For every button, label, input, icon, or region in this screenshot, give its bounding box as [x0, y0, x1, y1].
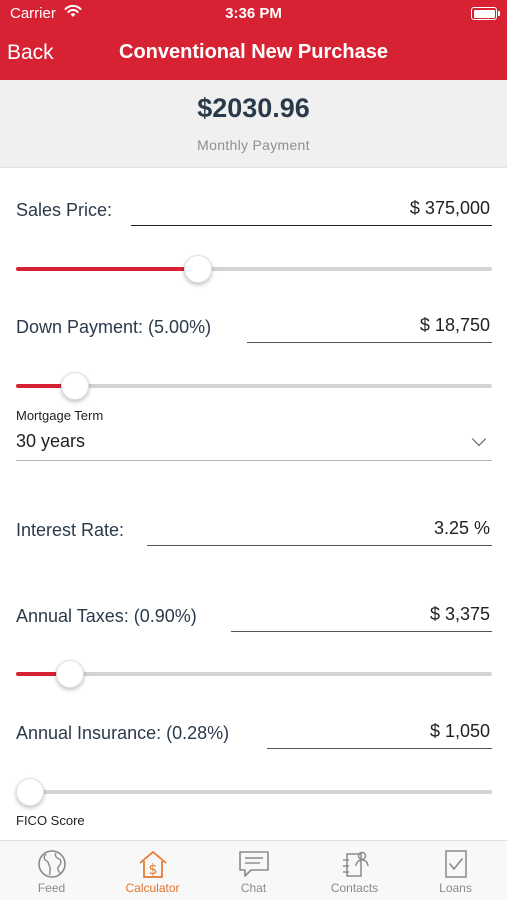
fico-score-label: FICO Score — [16, 813, 85, 828]
interest-rate-input[interactable]: 3.25 % — [147, 516, 492, 546]
monthly-payment-amount: $2030.96 — [197, 93, 310, 123]
battery-icon — [471, 7, 500, 20]
slider-thumb[interactable] — [60, 372, 89, 400]
sales-price-slider[interactable] — [16, 254, 492, 284]
mortgage-term-value: 30 years — [16, 431, 86, 451]
monthly-payment-panel: $2030.96 Monthly Payment — [0, 80, 507, 168]
status-bar: Carrier 3:36 PM — [0, 0, 507, 28]
mortgage-term-select[interactable]: 30 years — [16, 428, 492, 461]
slider-thumb[interactable] — [184, 255, 212, 283]
annual-insurance-slider[interactable] — [16, 777, 492, 807]
tab-calculator-label: Calculator — [125, 881, 180, 895]
slider-track — [16, 672, 492, 676]
tab-chat-label: Chat — [240, 881, 267, 895]
tab-bar: Feed $ Calculator Chat Contacts Loans — [0, 840, 507, 900]
tab-loans[interactable]: Loans — [405, 841, 506, 900]
interest-rate-label: Interest Rate: — [16, 520, 125, 540]
chat-icon — [238, 851, 269, 877]
annual-taxes-slider[interactable] — [16, 659, 492, 689]
down-payment-slider[interactable] — [16, 371, 492, 401]
annual-taxes-input[interactable]: $ 3,375 — [231, 602, 492, 632]
annual-taxes-label: Annual Taxes: (0.90%) — [16, 606, 197, 626]
loan-document-icon — [444, 850, 467, 878]
slider-thumb[interactable] — [16, 778, 44, 806]
annual-insurance-input[interactable]: $ 1,050 — [267, 719, 492, 749]
page-title: Conventional New Purchase — [119, 41, 388, 63]
tab-chat[interactable]: Chat — [203, 841, 304, 900]
contacts-icon — [342, 851, 369, 877]
sales-price-input[interactable]: $ 375,000 — [131, 196, 492, 226]
tab-contacts[interactable]: Contacts — [304, 841, 405, 900]
tab-calculator[interactable]: $ Calculator — [102, 841, 203, 900]
down-payment-label: Down Payment: (5.00%) — [16, 317, 212, 337]
annual-insurance-label: Annual Insurance: (0.28%) — [16, 723, 230, 743]
tab-feed[interactable]: Feed — [1, 841, 102, 900]
tab-feed-label: Feed — [37, 881, 66, 895]
house-dollar-icon: $ — [138, 851, 167, 878]
monthly-payment-caption: Monthly Payment — [197, 137, 310, 153]
down-payment-input[interactable]: $ 18,750 — [247, 313, 492, 343]
navigation-bar: Back Conventional New Purchase — [0, 28, 507, 80]
clock-time: 3:36 PM — [225, 5, 282, 22]
tab-contacts-label: Contacts — [330, 881, 379, 895]
slider-track — [16, 790, 492, 794]
chevron-down-icon — [471, 431, 487, 447]
tab-loans-label: Loans — [439, 881, 472, 895]
svg-text:$: $ — [148, 862, 157, 878]
slider-fill — [16, 267, 198, 271]
globe-icon — [37, 850, 66, 878]
slider-thumb[interactable] — [56, 660, 85, 688]
sales-price-label: Sales Price: — [16, 200, 113, 220]
mortgage-term-label: Mortgage Term — [16, 408, 104, 423]
